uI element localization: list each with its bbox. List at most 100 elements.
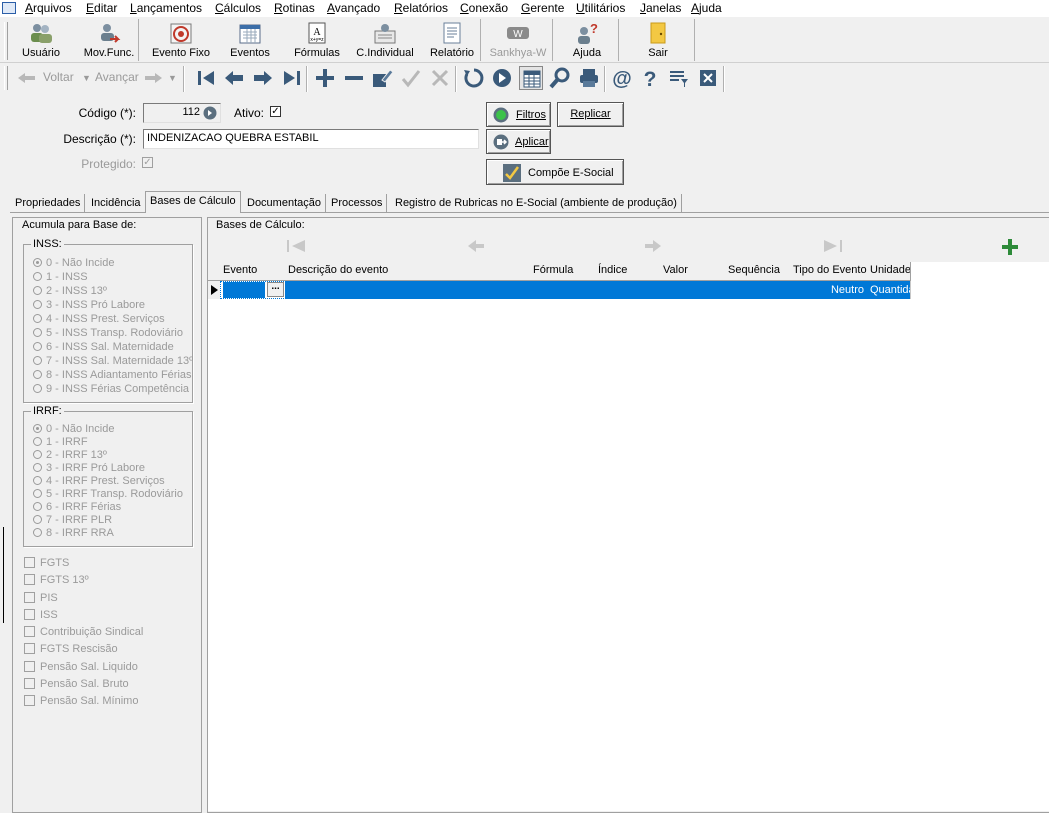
inss-option[interactable]: 7 - INSS Sal. Maternidade 13º	[33, 355, 193, 367]
voltar-button[interactable]: Voltar	[43, 70, 74, 84]
cell-tipo-evento[interactable]: Neutro	[790, 281, 868, 299]
iss-checkbox[interactable]: ISS	[24, 609, 58, 621]
c-individual-button[interactable]: C.Individual	[355, 19, 415, 61]
cell-valor[interactable]	[660, 281, 726, 299]
goto-icon[interactable]	[490, 66, 514, 90]
pensao-liquido-checkbox[interactable]: Pensão Sal. Liquido	[24, 661, 138, 673]
evento-fixo-button[interactable]: Evento Fixo	[150, 19, 212, 61]
cell-evento[interactable]: ...	[220, 281, 286, 299]
irrf-option[interactable]: 2 - IRRF 13º	[33, 449, 107, 461]
email-icon[interactable]: @	[610, 66, 634, 90]
inss-option[interactable]: 5 - INSS Transp. Rodoviário	[33, 327, 183, 339]
pensao-bruto-checkbox[interactable]: Pensão Sal. Bruto	[24, 678, 129, 690]
fgts-rescisao-checkbox[interactable]: FGTS Rescisão	[24, 643, 118, 655]
col-formula[interactable]: Fórmula	[530, 262, 596, 281]
remove-record-icon[interactable]	[342, 66, 366, 90]
tab-bases-de-calculo[interactable]: Bases de Cálculo	[145, 191, 241, 213]
search-icon[interactable]	[548, 66, 572, 90]
forward-arrow-icon[interactable]	[143, 72, 163, 84]
avancar-button[interactable]: Avançar	[95, 70, 139, 84]
filter-list-icon[interactable]	[667, 66, 691, 90]
usuario-button[interactable]: Usuário	[14, 19, 68, 61]
menu-avancado[interactable]: Avançado	[327, 1, 380, 15]
ajuda-button[interactable]: ? Ajuda	[556, 19, 619, 61]
lookup-icon[interactable]	[203, 106, 217, 120]
first-record-icon[interactable]	[194, 66, 218, 90]
inss-option[interactable]: 9 - INSS Férias Competência	[33, 383, 189, 395]
edit-record-icon[interactable]	[370, 66, 394, 90]
last-record-icon[interactable]	[280, 66, 304, 90]
descricao-field[interactable]: INDENIZACAO QUEBRA ESTABIL	[143, 129, 479, 149]
sair-button[interactable]: Sair	[622, 19, 695, 61]
contribuicao-sindical-checkbox[interactable]: Contribuição Sindical	[24, 626, 143, 638]
inss-option[interactable]: 2 - INSS 13º	[33, 285, 107, 297]
toolbar-grip-2[interactable]	[4, 66, 8, 90]
cell-unidade[interactable]: Quantidade	[867, 281, 911, 299]
col-unidade[interactable]: Unidade	[867, 262, 911, 281]
relatorio-button[interactable]: Relatório	[424, 19, 481, 61]
grid-view-icon[interactable]	[519, 66, 543, 90]
inss-option[interactable]: 8 - INSS Adiantamento Férias	[33, 369, 192, 381]
cancel-icon[interactable]	[428, 66, 452, 90]
cell-sequencia[interactable]	[725, 281, 791, 299]
irrf-option[interactable]: 7 - IRRF PLR	[33, 514, 112, 526]
irrf-option[interactable]: 8 - IRRF RRA	[33, 527, 114, 539]
col-descricao[interactable]: Descrição do evento	[285, 262, 531, 281]
tab-registro-rubricas[interactable]: Registro de Rubricas no E-Social (ambien…	[391, 194, 682, 212]
col-sequencia[interactable]: Sequência	[725, 262, 791, 281]
tab-processos[interactable]: Processos	[327, 194, 388, 212]
menu-rotinas[interactable]: Rotinas	[274, 1, 315, 15]
sankhya-button[interactable]: W Sankhya-W	[484, 19, 553, 61]
mov-func-button[interactable]: Mov.Func.	[80, 19, 139, 61]
inss-option[interactable]: 6 - INSS Sal. Maternidade	[33, 341, 174, 353]
tab-documentacao[interactable]: Documentação	[243, 194, 326, 212]
menu-lancamentos[interactable]: Lançamentos	[130, 1, 202, 15]
tab-incidencia[interactable]: Incidência	[87, 194, 146, 212]
menu-editar[interactable]: Editar	[86, 1, 117, 15]
inss-option[interactable]: 3 - INSS Pró Labore	[33, 299, 145, 311]
irrf-option[interactable]: 3 - IRRF Pró Labore	[33, 462, 145, 474]
menu-ajuda[interactable]: Ajuda	[691, 1, 722, 15]
filtros-button[interactable]: Filtros	[486, 102, 551, 127]
fgts-checkbox[interactable]: FGTS	[24, 557, 69, 569]
col-valor[interactable]: Valor	[660, 262, 726, 281]
irrf-option[interactable]: 1 - IRRF	[33, 436, 88, 448]
col-indice[interactable]: Índice	[595, 262, 661, 281]
voltar-dropdown-icon[interactable]: ▼	[82, 73, 91, 83]
menu-relatorios[interactable]: Relatórios	[394, 1, 448, 15]
irrf-option[interactable]: 4 - IRRF Prest. Serviços	[33, 475, 165, 487]
help-icon[interactable]: ?	[638, 66, 662, 91]
menu-gerente[interactable]: Gerente	[521, 1, 564, 15]
formulas-button[interactable]: Ax+y=z Fórmulas	[292, 19, 342, 61]
menu-janelas[interactable]: Janelas	[640, 1, 681, 15]
grid-add-icon[interactable]	[1000, 237, 1020, 257]
aplicar-button[interactable]: Aplicar	[486, 129, 551, 154]
toolbar-grip[interactable]	[4, 22, 8, 60]
col-tipo-evento[interactable]: Tipo do Evento	[790, 262, 868, 281]
add-record-icon[interactable]	[313, 66, 337, 90]
next-record-icon[interactable]	[251, 66, 275, 90]
grid-previous-icon[interactable]	[466, 238, 486, 254]
export-excel-icon[interactable]	[696, 66, 720, 90]
ativo-checkbox[interactable]: ✓	[270, 106, 281, 117]
fgts-13-checkbox[interactable]: FGTS 13º	[24, 574, 89, 586]
grid-next-icon[interactable]	[643, 238, 663, 254]
irrf-option[interactable]: 5 - IRRF Transp. Rodoviário	[33, 488, 183, 500]
menu-utilitarios[interactable]: Utilitários	[576, 1, 625, 15]
tab-propriedades[interactable]: Propriedades	[11, 194, 86, 212]
cell-indice[interactable]	[595, 281, 661, 299]
menu-arquivos[interactable]: Arquivos	[25, 1, 72, 15]
inss-option[interactable]: 4 - INSS Prest. Serviços	[33, 313, 165, 325]
pis-checkbox[interactable]: PIS	[24, 592, 58, 604]
inss-option[interactable]: 0 - Não Incide	[33, 257, 114, 269]
pensao-minimo-checkbox[interactable]: Pensão Sal. Mínimo	[24, 695, 138, 707]
compoe-esocial-button[interactable]: Compõe E-Social	[486, 159, 624, 185]
eventos-button[interactable]: Eventos	[226, 19, 274, 61]
col-evento[interactable]: Evento	[220, 262, 286, 281]
evento-lookup-button[interactable]: ...	[267, 282, 284, 297]
irrf-option[interactable]: 6 - IRRF Férias	[33, 501, 121, 513]
grid-first-icon[interactable]	[285, 238, 307, 254]
menu-calculos[interactable]: Cálculos	[215, 1, 261, 15]
app-icon[interactable]	[2, 2, 16, 14]
protegido-checkbox[interactable]: ✓	[142, 157, 153, 168]
